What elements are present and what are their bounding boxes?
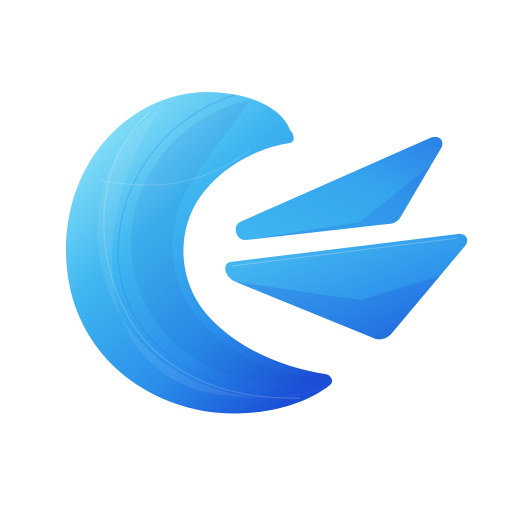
crescent-shape <box>66 92 333 414</box>
lower-wing-shape <box>225 233 468 340</box>
icon-canvas <box>0 0 512 512</box>
app-logo-icon <box>66 92 468 414</box>
upper-wing-shape <box>235 136 443 241</box>
